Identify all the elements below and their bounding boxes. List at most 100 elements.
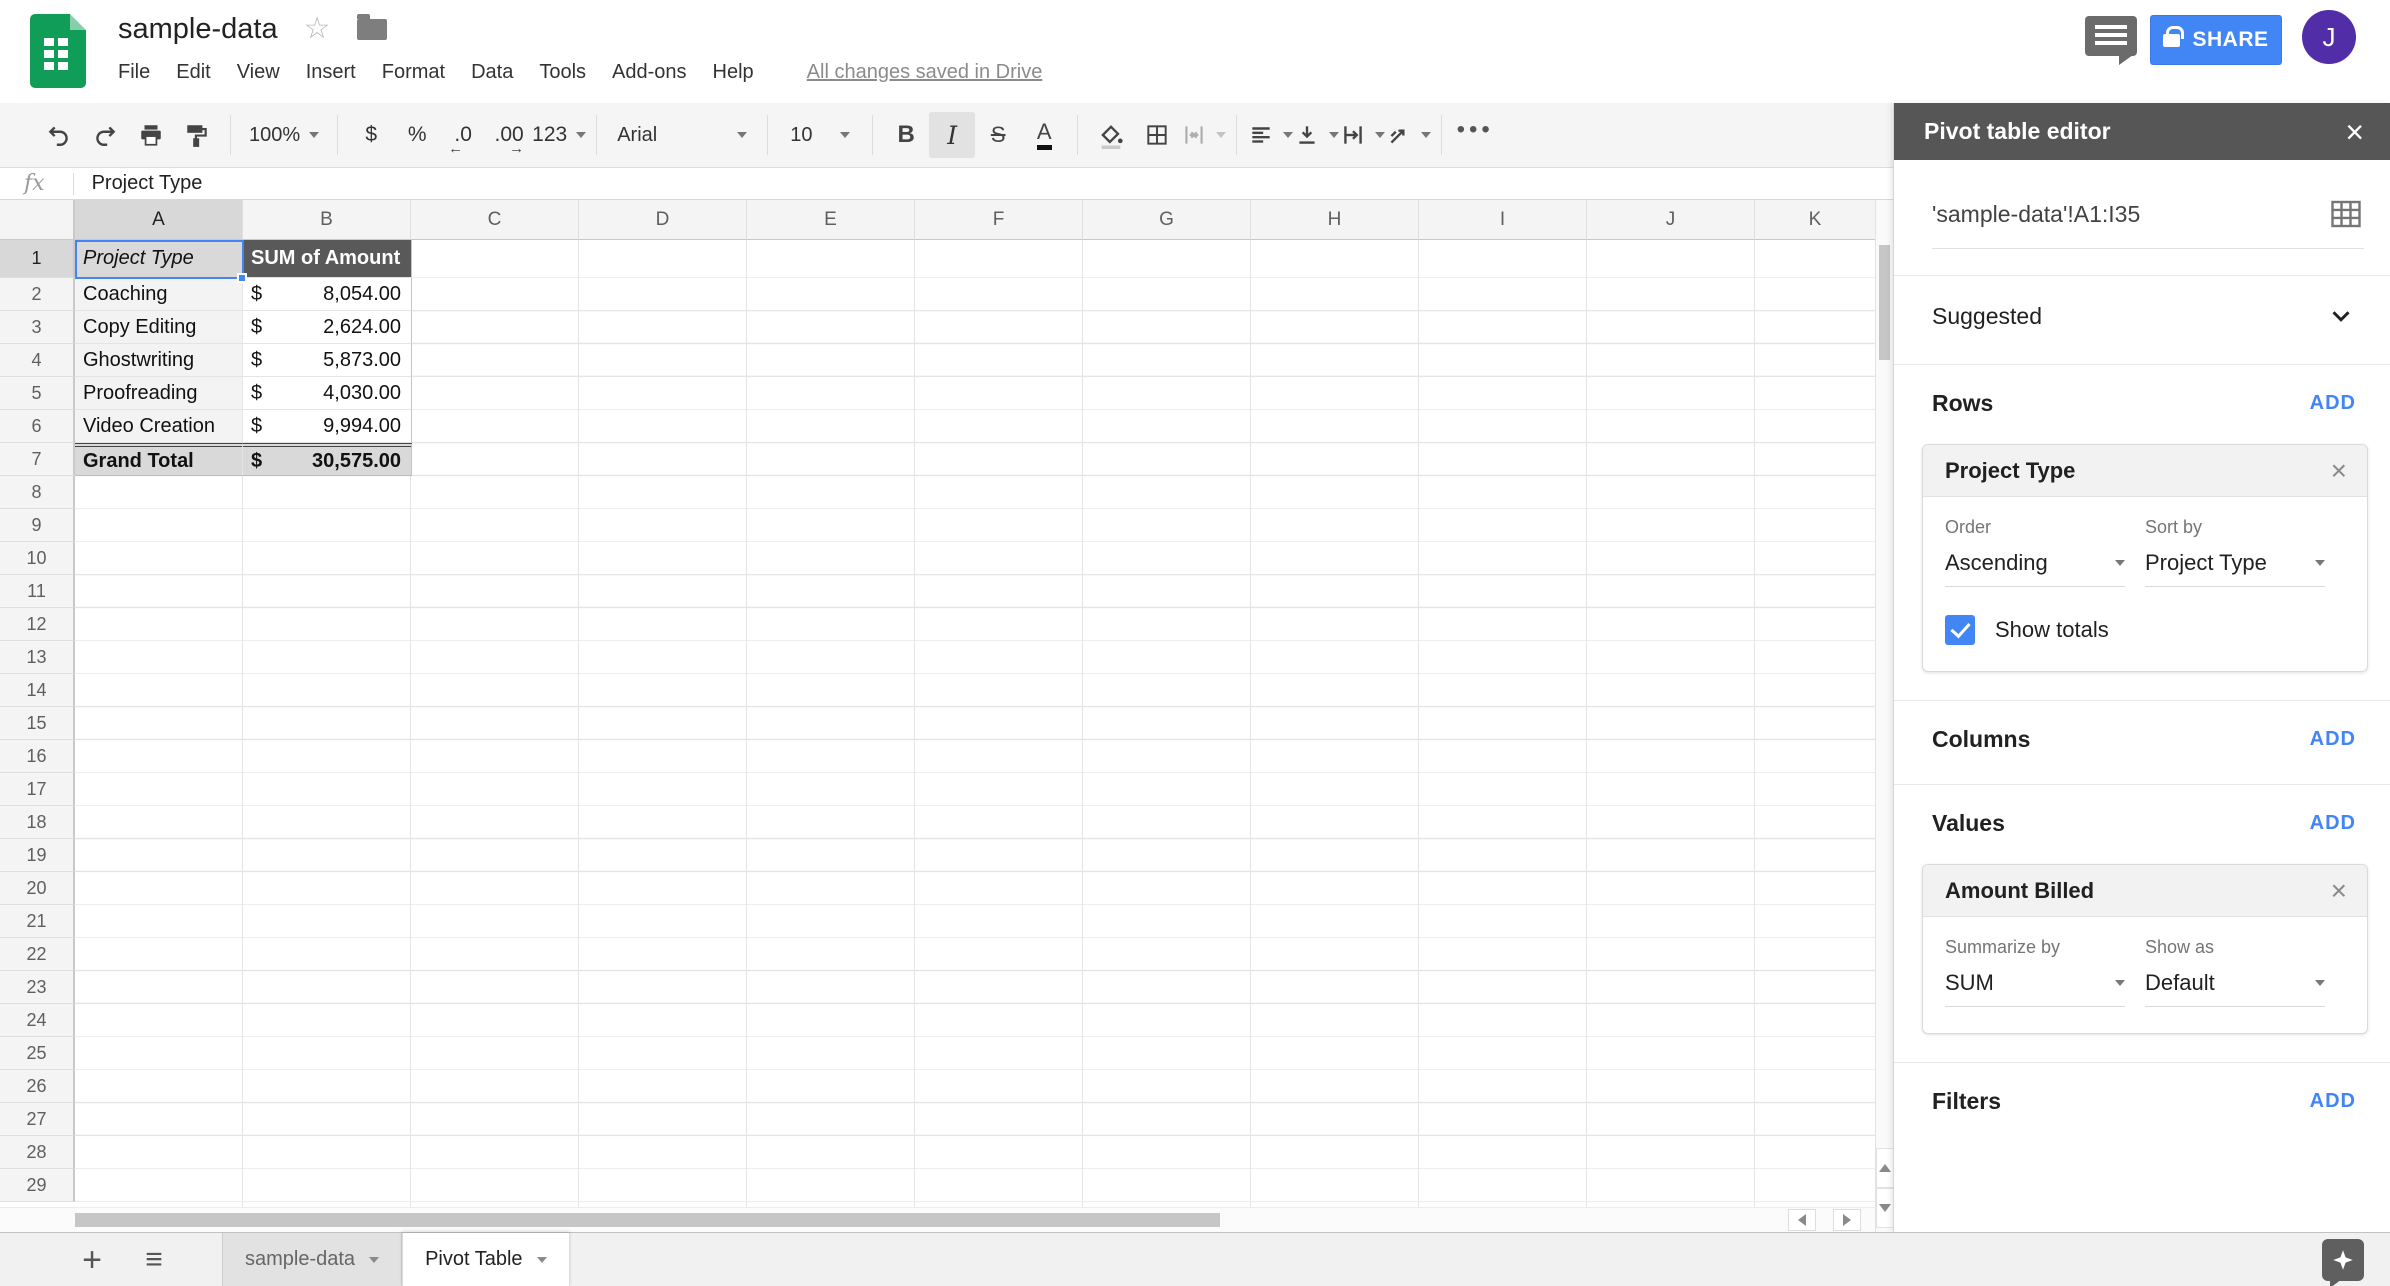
row-header[interactable]: 18 xyxy=(0,806,75,839)
column-header[interactable]: F xyxy=(915,200,1083,240)
column-header[interactable]: H xyxy=(1251,200,1419,240)
bold-button[interactable]: B xyxy=(883,112,929,158)
font-family-select[interactable]: Arial xyxy=(607,112,757,158)
folder-icon[interactable] xyxy=(357,19,387,40)
print-button[interactable] xyxy=(128,112,174,158)
row-header[interactable]: 22 xyxy=(0,938,75,971)
column-header[interactable]: C xyxy=(411,200,579,240)
pivot-row-label-cell[interactable]: Copy Editing xyxy=(75,311,243,344)
pivot-row-value-cell[interactable]: $ 8,054.00 xyxy=(243,278,412,311)
more-formats-button[interactable]: 123 xyxy=(532,112,586,158)
column-header[interactable]: I xyxy=(1419,200,1587,240)
all-sheets-button[interactable]: ≡ xyxy=(132,1245,176,1275)
formula-bar[interactable]: fx Project Type xyxy=(0,168,1893,200)
row-header[interactable]: 7 xyxy=(0,443,75,476)
formula-bar-value[interactable]: Project Type xyxy=(92,172,203,195)
sheets-logo-icon[interactable] xyxy=(30,14,86,88)
document-title[interactable]: sample-data xyxy=(118,13,278,46)
column-header[interactable]: A xyxy=(75,200,243,240)
menu-item[interactable]: File xyxy=(105,55,163,90)
scroll-left-button[interactable] xyxy=(1788,1209,1816,1231)
text-color-button[interactable]: A xyxy=(1021,112,1067,158)
pivot-row-value-cell[interactable]: $ 5,873.00 xyxy=(243,344,412,377)
select-data-range-icon[interactable] xyxy=(2328,196,2364,232)
pivot-row-header-cell[interactable]: Project Type xyxy=(75,240,243,278)
row-header[interactable]: 25 xyxy=(0,1037,75,1070)
menu-item[interactable]: Edit xyxy=(163,55,223,90)
increase-decimal-button[interactable]: .00→ xyxy=(486,112,532,158)
save-status-link[interactable]: All changes saved in Drive xyxy=(807,61,1043,84)
data-range-value[interactable]: 'sample-data'!A1:I35 xyxy=(1932,201,2140,228)
pivot-row-label-cell[interactable]: Ghostwriting xyxy=(75,344,243,377)
comments-icon[interactable] xyxy=(2085,16,2137,56)
row-header[interactable]: 13 xyxy=(0,641,75,674)
sort-by-select[interactable]: Project Type xyxy=(2145,550,2325,587)
scroll-right-button[interactable] xyxy=(1833,1209,1861,1231)
pivot-value-header-cell[interactable]: SUM of Amount xyxy=(243,240,412,278)
row-header[interactable]: 10 xyxy=(0,542,75,575)
row-header[interactable]: 27 xyxy=(0,1103,75,1136)
row-header[interactable]: 23 xyxy=(0,971,75,1004)
close-icon[interactable]: × xyxy=(2331,877,2347,905)
row-header[interactable]: 5 xyxy=(0,377,75,410)
pivot-row-value-cell[interactable]: $ 9,994.00 xyxy=(243,410,412,443)
pivot-row-value-cell[interactable]: $ 4,030.00 xyxy=(243,377,412,410)
star-icon[interactable]: ☆ xyxy=(304,14,331,44)
row-header[interactable]: 17 xyxy=(0,773,75,806)
paint-format-button[interactable] xyxy=(174,112,220,158)
decrease-decimal-button[interactable]: .0← xyxy=(440,112,486,158)
horizontal-scrollbar-thumb[interactable] xyxy=(75,1213,1220,1227)
pivot-row-label-cell[interactable]: Proofreading xyxy=(75,377,243,410)
horizontal-align-button[interactable] xyxy=(1247,112,1293,158)
format-currency-button[interactable]: $ xyxy=(348,112,394,158)
text-wrap-button[interactable] xyxy=(1339,112,1385,158)
menu-item[interactable]: Data xyxy=(458,55,526,90)
scroll-down-button[interactable] xyxy=(1876,1188,1893,1228)
row-header[interactable]: 15 xyxy=(0,707,75,740)
summarize-by-select[interactable]: SUM xyxy=(1945,970,2125,1007)
sheet-tab[interactable]: Pivot Table xyxy=(402,1233,569,1286)
more-toolbar-button[interactable]: ••• xyxy=(1452,112,1498,158)
explore-button[interactable] xyxy=(2322,1239,2364,1281)
menu-item[interactable]: Add-ons xyxy=(599,55,700,90)
scroll-up-button[interactable] xyxy=(1876,1148,1893,1188)
menu-item[interactable]: Insert xyxy=(293,55,369,90)
select-all-corner[interactable] xyxy=(0,200,75,240)
row-header[interactable]: 20 xyxy=(0,872,75,905)
fill-handle[interactable] xyxy=(237,273,247,283)
pivot-row-value-cell[interactable]: $ 2,624.00 xyxy=(243,311,412,344)
column-header[interactable]: E xyxy=(747,200,915,240)
show-as-select[interactable]: Default xyxy=(2145,970,2325,1007)
column-header[interactable]: D xyxy=(579,200,747,240)
chevron-down-icon[interactable] xyxy=(537,1257,547,1263)
values-add-button[interactable]: ADD xyxy=(2310,812,2356,835)
add-sheet-button[interactable]: + xyxy=(70,1243,114,1277)
row-header[interactable]: 12 xyxy=(0,608,75,641)
row-header[interactable]: 29 xyxy=(0,1169,75,1202)
italic-button[interactable]: I xyxy=(929,112,975,158)
show-totals-checkbox[interactable] xyxy=(1945,615,1975,645)
row-header[interactable]: 14 xyxy=(0,674,75,707)
vertical-scrollbar[interactable] xyxy=(1875,200,1893,1232)
filters-add-button[interactable]: ADD xyxy=(2310,1090,2356,1113)
grand-total-label-cell[interactable]: Grand Total xyxy=(75,443,243,476)
avatar[interactable]: J xyxy=(2302,10,2356,64)
row-header[interactable]: 8 xyxy=(0,476,75,509)
menu-item[interactable]: Help xyxy=(700,55,767,90)
merge-cells-button[interactable] xyxy=(1180,112,1226,158)
vertical-align-button[interactable] xyxy=(1293,112,1339,158)
row-header[interactable]: 6 xyxy=(0,410,75,443)
pivot-row-label-cell[interactable]: Coaching xyxy=(75,278,243,311)
menu-item[interactable]: View xyxy=(224,55,293,90)
sheet-tab[interactable]: sample-data xyxy=(222,1233,402,1286)
row-header[interactable]: 1 xyxy=(0,240,75,278)
column-header[interactable]: B xyxy=(243,200,411,240)
menu-item[interactable]: Format xyxy=(369,55,458,90)
menu-item[interactable]: Tools xyxy=(526,55,599,90)
grand-total-value-cell[interactable]: $ 30,575.00 xyxy=(243,443,412,476)
row-header[interactable]: 28 xyxy=(0,1136,75,1169)
row-header[interactable]: 3 xyxy=(0,311,75,344)
row-header[interactable]: 9 xyxy=(0,509,75,542)
strikethrough-button[interactable]: S xyxy=(975,112,1021,158)
share-button[interactable]: SHARE xyxy=(2150,15,2282,65)
